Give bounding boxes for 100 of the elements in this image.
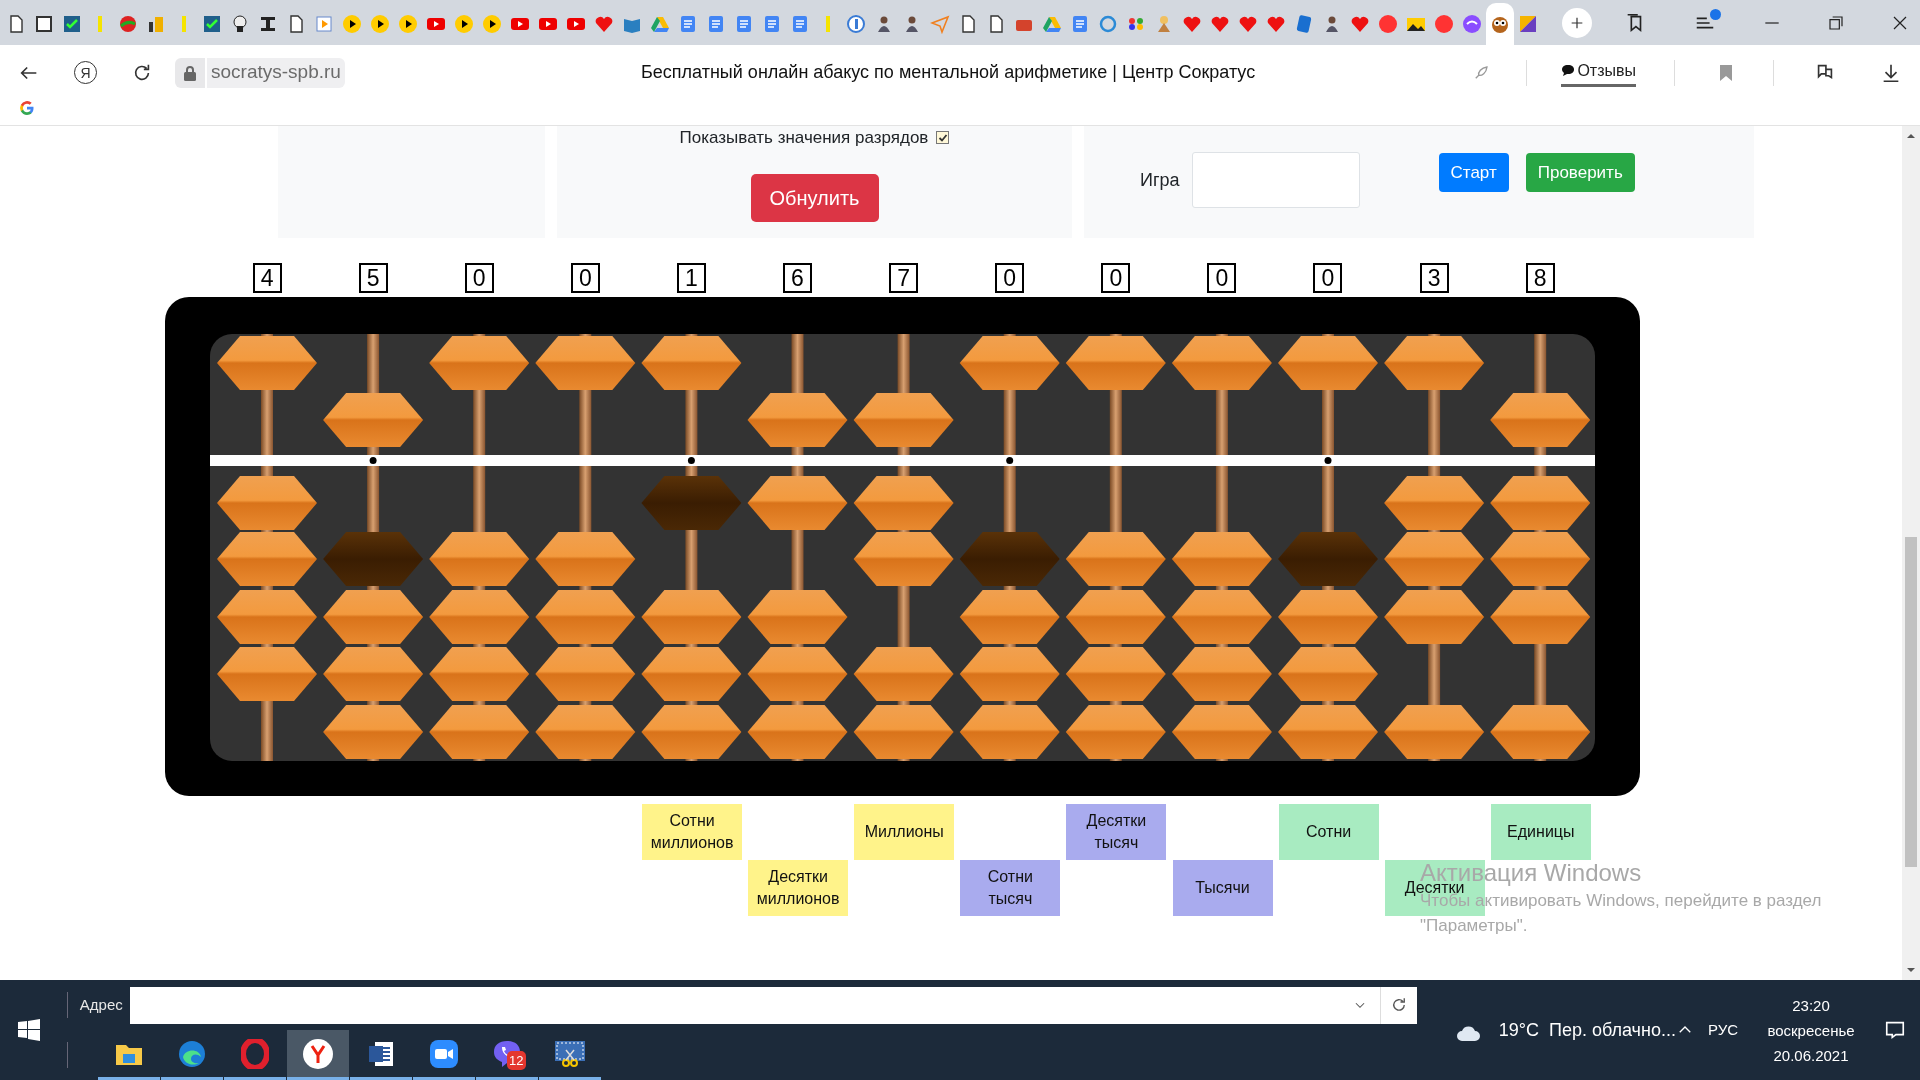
kite-icon bbox=[1518, 14, 1538, 34]
bead[interactable] bbox=[1490, 705, 1591, 759]
weather-text[interactable]: Пер. облачно... bbox=[1549, 1016, 1676, 1044]
bead[interactable] bbox=[323, 647, 424, 701]
bead[interactable] bbox=[1065, 532, 1166, 586]
bead[interactable] bbox=[1278, 647, 1378, 701]
digit-value: 6 bbox=[783, 263, 812, 293]
place-label: Сотни тысяч bbox=[960, 860, 1061, 916]
bead[interactable] bbox=[1278, 336, 1378, 390]
temperature-text[interactable]: 19°C bbox=[1498, 1016, 1539, 1044]
bead[interactable] bbox=[747, 647, 848, 701]
bead[interactable] bbox=[1490, 476, 1591, 530]
reset-button[interactable]: Обнулить bbox=[750, 173, 879, 222]
lock-icon-button[interactable] bbox=[175, 57, 205, 88]
bead[interactable] bbox=[323, 393, 424, 447]
reviews-button[interactable]: Отзывы bbox=[1561, 58, 1636, 87]
digit-value: 0 bbox=[1313, 263, 1343, 293]
bead[interactable] bbox=[1171, 336, 1272, 390]
bead[interactable] bbox=[1065, 705, 1166, 759]
bead[interactable] bbox=[1278, 590, 1378, 644]
address-label: Адрес bbox=[79, 994, 123, 1015]
bead[interactable] bbox=[1065, 647, 1166, 701]
bead[interactable] bbox=[747, 476, 848, 530]
bead[interactable] bbox=[1171, 590, 1272, 644]
bead[interactable] bbox=[1384, 590, 1485, 644]
bead[interactable] bbox=[323, 590, 424, 644]
bead[interactable] bbox=[747, 705, 848, 759]
google-icon[interactable] bbox=[19, 100, 35, 116]
play-icon bbox=[454, 14, 474, 34]
bead[interactable] bbox=[641, 336, 742, 390]
bead[interactable] bbox=[853, 705, 954, 759]
scroll-down-icon[interactable] bbox=[1906, 965, 1916, 975]
language-indicator[interactable]: РУС bbox=[1707, 1018, 1738, 1042]
bead[interactable] bbox=[429, 590, 530, 644]
bead[interactable] bbox=[959, 705, 1060, 759]
bead[interactable] bbox=[1171, 705, 1272, 759]
bead[interactable] bbox=[429, 532, 530, 586]
taskbar-app[interactable]: 12 bbox=[475, 1030, 538, 1080]
bead[interactable] bbox=[747, 590, 848, 644]
bead[interactable] bbox=[1065, 336, 1166, 390]
bead[interactable] bbox=[1490, 532, 1591, 586]
clock-time: 23:20 bbox=[1792, 996, 1830, 1014]
bead[interactable] bbox=[959, 590, 1060, 644]
heart-icon bbox=[1238, 14, 1258, 34]
bead[interactable] bbox=[429, 705, 530, 759]
clock[interactable]: 23:20 воскресенье 20.06.2021 bbox=[1758, 996, 1864, 1064]
new-tab-button[interactable] bbox=[1562, 7, 1592, 38]
start-button[interactable]: Старт bbox=[1438, 153, 1509, 192]
bead[interactable] bbox=[217, 476, 317, 530]
bead[interactable] bbox=[1384, 476, 1485, 530]
bead[interactable] bbox=[1171, 647, 1272, 701]
bead[interactable] bbox=[853, 532, 954, 586]
close-icon[interactable] bbox=[1892, 14, 1908, 31]
bead[interactable] bbox=[429, 647, 530, 701]
url-field[interactable]: socratys-spb.ru bbox=[207, 57, 345, 88]
bead[interactable] bbox=[217, 647, 317, 701]
bead[interactable] bbox=[641, 705, 742, 759]
scroll-up-icon[interactable] bbox=[1906, 131, 1916, 141]
bead[interactable] bbox=[641, 590, 742, 644]
bead[interactable] bbox=[217, 336, 317, 390]
bead[interactable] bbox=[853, 476, 954, 530]
bead[interactable] bbox=[853, 393, 954, 447]
bead[interactable] bbox=[1490, 393, 1591, 447]
heart-icon bbox=[1210, 14, 1230, 34]
bead[interactable] bbox=[1490, 590, 1591, 644]
bead[interactable] bbox=[1278, 705, 1378, 759]
bookmark-icon[interactable] bbox=[1719, 63, 1733, 82]
bead[interactable] bbox=[1384, 705, 1485, 759]
game-field[interactable] bbox=[1191, 152, 1360, 208]
checkbox[interactable] bbox=[936, 131, 950, 145]
bead[interactable] bbox=[535, 336, 636, 390]
notification-icon[interactable] bbox=[1884, 1019, 1906, 1041]
scrollbar[interactable] bbox=[1902, 126, 1920, 980]
bead[interactable] bbox=[1384, 336, 1485, 390]
bead[interactable] bbox=[641, 647, 742, 701]
digit-value: 0 bbox=[570, 263, 600, 293]
windows-start-icon[interactable] bbox=[18, 1019, 41, 1041]
bar-icon bbox=[182, 16, 186, 32]
bead[interactable] bbox=[959, 336, 1060, 390]
heart-icon bbox=[1350, 14, 1370, 34]
bead[interactable] bbox=[747, 393, 848, 447]
address-field[interactable] bbox=[129, 986, 1417, 1024]
bead[interactable] bbox=[535, 647, 636, 701]
bead[interactable] bbox=[429, 336, 530, 390]
bead[interactable] bbox=[1065, 590, 1166, 644]
scrollbar-thumb[interactable] bbox=[1905, 537, 1917, 867]
taskbar-app[interactable] bbox=[286, 1030, 349, 1080]
digit-value: 7 bbox=[889, 263, 919, 293]
bead[interactable] bbox=[535, 705, 636, 759]
bead[interactable] bbox=[217, 532, 317, 586]
bead[interactable] bbox=[853, 647, 954, 701]
bead[interactable] bbox=[535, 532, 636, 586]
restore-icon[interactable] bbox=[1828, 14, 1844, 31]
place-label: Сотни bbox=[1278, 804, 1379, 860]
bead[interactable] bbox=[1171, 532, 1272, 586]
bead[interactable] bbox=[323, 705, 424, 759]
bead[interactable] bbox=[217, 590, 317, 644]
bead[interactable] bbox=[535, 590, 636, 644]
bead[interactable] bbox=[959, 647, 1060, 701]
bead[interactable] bbox=[1384, 532, 1485, 586]
